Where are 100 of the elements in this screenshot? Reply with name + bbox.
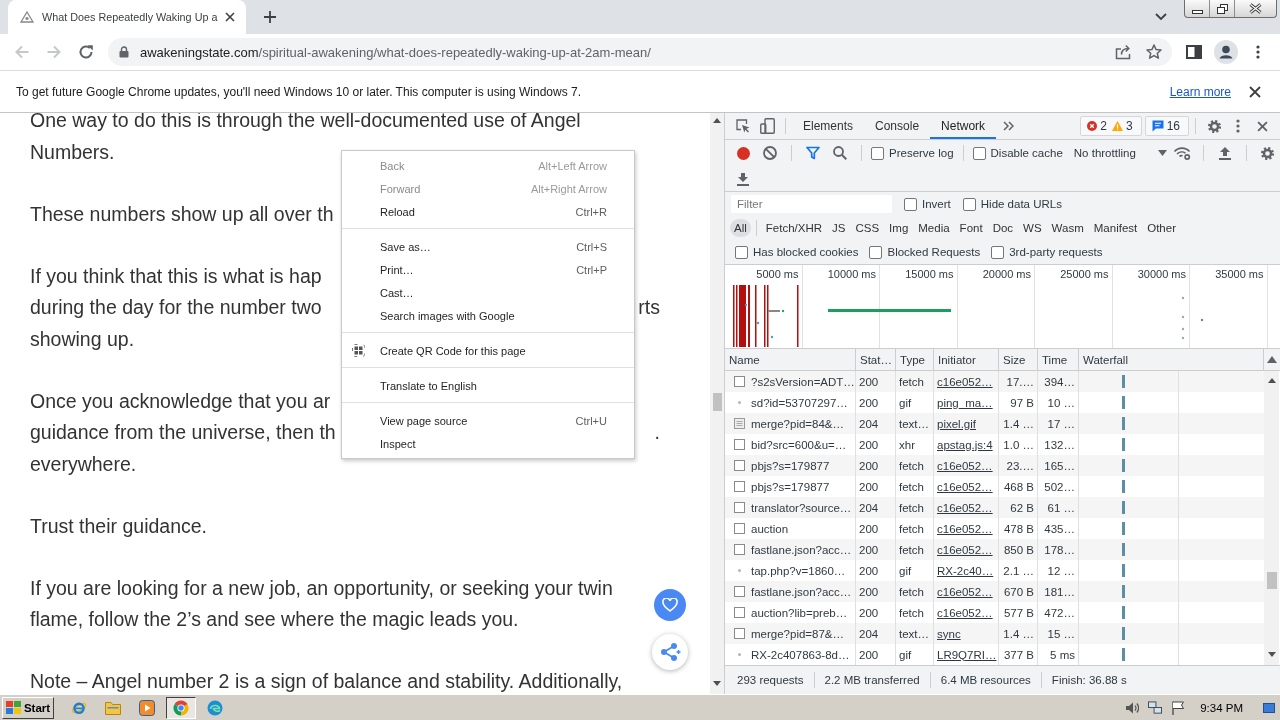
- menu-item[interactable]: Print… Ctrl+P: [342, 258, 634, 281]
- initiator-link[interactable]: LR9Q7RI…: [937, 648, 997, 661]
- initiator-link[interactable]: c16e052…: [937, 375, 993, 388]
- request-row[interactable]: pbjs?s=179877 200 fetch c16e052… 23.… 165…: [725, 455, 1264, 476]
- type-filter[interactable]: Manifest: [1089, 219, 1142, 237]
- address-bar[interactable]: awakeningstate.com/spiritual-awakening/what-does-repeatedly-waking-up-at-2am-mean/: [108, 38, 1172, 66]
- scroll-up-icon[interactable]: [1267, 378, 1276, 383]
- type-filter[interactable]: WS: [1019, 219, 1046, 237]
- menu-item[interactable]: Create QR Code for this page: [342, 339, 634, 362]
- shortcut-text: Ctrl+P: [576, 263, 607, 276]
- speaker-icon[interactable]: [1125, 700, 1140, 715]
- checkbox[interactable]: [871, 146, 884, 160]
- article-text: These numbers show up all over th: [30, 201, 334, 227]
- messages-button[interactable]: 16: [1144, 116, 1189, 136]
- initiator-link[interactable]: c16e052…: [937, 543, 993, 556]
- request-name: ?s2sVersion=ADT…: [751, 375, 855, 388]
- waterfall-bar: [1122, 648, 1125, 661]
- clock-text[interactable]: 9:34 PM: [1200, 701, 1243, 714]
- menu-item[interactable]: Inspect: [342, 432, 634, 455]
- checkbox[interactable]: [869, 245, 883, 259]
- column-header[interactable]: Time: [1038, 349, 1079, 370]
- share-button[interactable]: [652, 634, 688, 670]
- type-filter[interactable]: Img: [885, 219, 913, 237]
- initiator-link[interactable]: RX-2c40…: [937, 564, 994, 577]
- initiator-link[interactable]: sync: [937, 627, 961, 640]
- type-filter[interactable]: Wasm: [1047, 219, 1088, 237]
- scroll-down-icon[interactable]: [1267, 652, 1276, 657]
- panel-tab[interactable]: Network: [930, 113, 997, 139]
- checkbox[interactable]: [972, 146, 986, 160]
- flag-icon[interactable]: [1171, 700, 1186, 715]
- profile-button[interactable]: [1212, 38, 1240, 66]
- menu-item[interactable]: Save as… Ctrl+S: [342, 235, 634, 258]
- request-row[interactable]: merge?pid=87&… 204 text… sync 1.4 … 15 …: [725, 623, 1264, 644]
- request-row[interactable]: fastlane.json?acc… 200 fetch c16e052… 670 B 181…: [725, 581, 1264, 602]
- filter-field[interactable]: Filter: [731, 195, 892, 213]
- type-filter[interactable]: All: [730, 219, 751, 237]
- checkbox[interactable]: [962, 197, 976, 211]
- menu-item[interactable]: Cast…: [342, 281, 634, 304]
- file-icon: [734, 544, 745, 555]
- scrollbar-thumb[interactable]: [1266, 572, 1277, 589]
- checkbox[interactable]: [904, 197, 917, 211]
- browser-tab[interactable]: What Does Repeatedly Waking Up a: [8, 0, 246, 34]
- scrollbar[interactable]: [710, 113, 724, 694]
- round-logo-icon: [173, 699, 189, 716]
- request-row[interactable]: translator?source… 204 fetch c16e052… 62 B 61 …: [725, 497, 1264, 518]
- avatar-icon: [1214, 40, 1238, 64]
- learn-more-link[interactable]: Learn more: [1169, 84, 1231, 99]
- tick-label: 30000 ms: [1137, 268, 1186, 280]
- type-filter[interactable]: Doc: [988, 219, 1018, 237]
- panel-tab[interactable]: Console: [864, 113, 931, 139]
- type-filter[interactable]: Media: [914, 219, 954, 237]
- checkbox[interactable]: [735, 245, 748, 259]
- double-chevron-icon: [1002, 121, 1014, 131]
- file-icon: [734, 502, 745, 513]
- menu-item[interactable]: Search images with Google: [342, 304, 634, 327]
- menu-item[interactable]: View page source Ctrl+U: [342, 409, 634, 432]
- issues-button[interactable]: 2 3: [1080, 116, 1142, 136]
- type-filter[interactable]: CSS: [851, 219, 884, 237]
- column-header[interactable]: Initiator: [934, 349, 999, 370]
- initiator-link[interactable]: c16e052…: [937, 585, 993, 598]
- scrollbar[interactable]: [1264, 371, 1279, 665]
- article-text: Note – Angel number 2 is a sign of balance and stability. Additionally,: [30, 669, 623, 694]
- throttling-select[interactable]: No throttling: [1073, 143, 1167, 163]
- type-filter[interactable]: Fetch/XHR: [761, 219, 827, 237]
- initiator-link[interactable]: c16e052…: [937, 459, 993, 472]
- initiator-link[interactable]: apstag.js:4: [937, 438, 993, 451]
- taskbar-app-button[interactable]: [166, 696, 196, 719]
- initiator-link[interactable]: c16e052…: [937, 606, 993, 619]
- column-header[interactable]: Stat…: [856, 349, 896, 370]
- column-header[interactable]: Waterfall: [1079, 349, 1264, 370]
- request-row[interactable]: merge?pid=84&… 204 text… pixel.gif 1.4 … 17 …: [725, 413, 1264, 434]
- menu-item[interactable]: Reload Ctrl+R: [342, 200, 634, 223]
- show-desktop-button[interactable]: [1262, 700, 1276, 715]
- initiator-link[interactable]: c16e052…: [937, 522, 993, 535]
- scroll-down-icon[interactable]: [713, 681, 721, 686]
- scroll-up-icon[interactable]: [713, 118, 721, 123]
- request-row[interactable]: fastlane.json?acc… 200 fetch c16e052… 850 B 178…: [725, 539, 1264, 560]
- type-filter[interactable]: Font: [955, 219, 987, 237]
- initiator-link[interactable]: c16e052…: [937, 480, 993, 493]
- initiator-link[interactable]: pixel.gif: [937, 417, 976, 430]
- panel-tab[interactable]: Elements: [792, 113, 865, 139]
- column-header[interactable]: Name: [725, 349, 856, 370]
- warning-icon: [1111, 121, 1123, 131]
- like-button[interactable]: [654, 589, 686, 621]
- devices-icon: [759, 118, 775, 134]
- menu-item[interactable]: Translate to English: [342, 374, 634, 397]
- initiator-link[interactable]: c16e052…: [937, 501, 993, 514]
- sort-icon[interactable]: [1267, 356, 1277, 363]
- status-text: 293 requests: [737, 674, 804, 686]
- checkbox[interactable]: [991, 245, 1005, 259]
- request-name: RX-2c407863-8d…: [751, 648, 850, 661]
- column-header[interactable]: Type: [896, 349, 934, 370]
- initiator-link[interactable]: ping_ma…: [937, 396, 993, 409]
- column-header[interactable]: Size: [999, 349, 1038, 370]
- network-icon[interactable]: [1148, 700, 1163, 715]
- type-filter[interactable]: JS: [828, 219, 850, 237]
- start-button[interactable]: Start: [2, 696, 54, 719]
- request-row[interactable]: ?s2sVersion=ADT… 200 fetch c16e052… 17.… 394…: [725, 371, 1264, 392]
- scrollbar-thumb[interactable]: [712, 393, 722, 411]
- type-filter[interactable]: Other: [1143, 219, 1180, 237]
